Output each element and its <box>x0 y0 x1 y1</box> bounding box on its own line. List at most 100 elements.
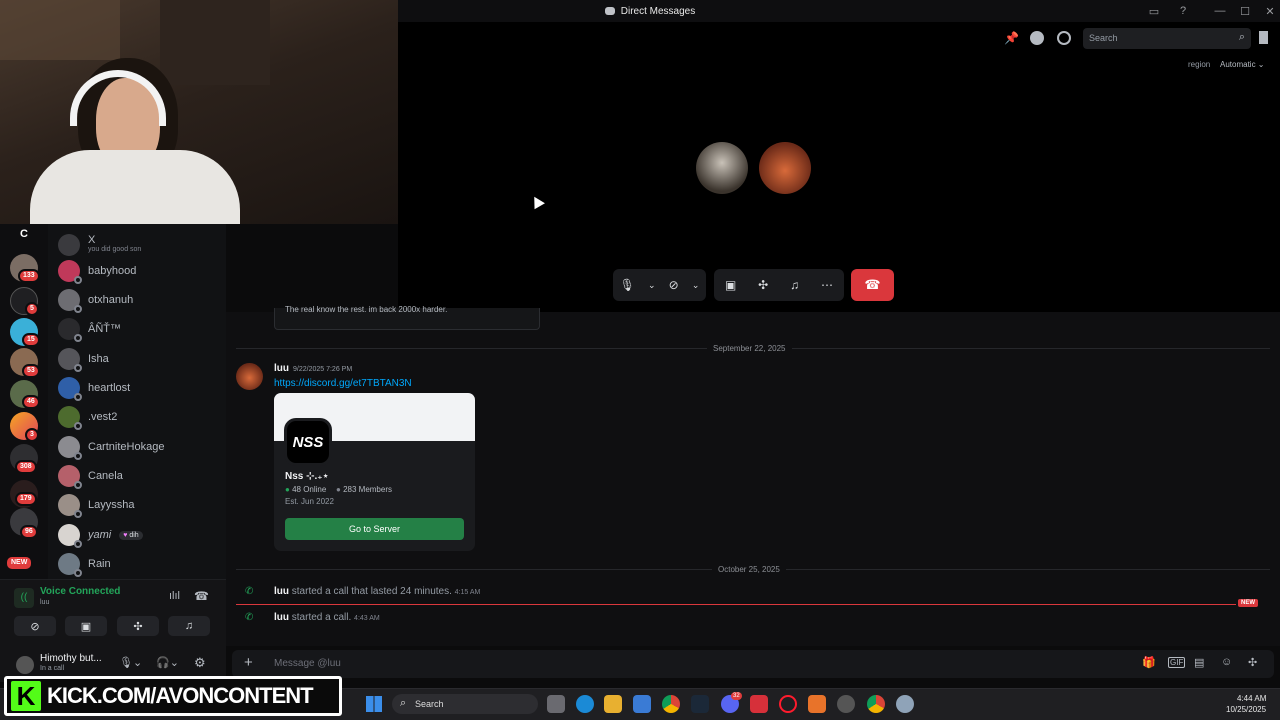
established-date: Est. Jun 2022 <box>285 497 334 506</box>
microphone-icon[interactable]: 🎙 <box>620 278 635 292</box>
more-icon[interactable]: ⋯ <box>821 278 833 292</box>
dm-status-text: you did good son <box>88 246 142 253</box>
dm-item[interactable]: yami ♥ dih <box>58 522 223 548</box>
inbox-icon[interactable]: ▭ <box>1142 0 1166 22</box>
dm-item[interactable]: Isha <box>58 346 223 372</box>
avatar[interactable] <box>16 656 34 674</box>
dm-item[interactable]: X you did good son <box>58 232 223 258</box>
search-box[interactable]: Search ⌕ <box>1083 28 1251 49</box>
disconnect-icon[interactable]: ☎ <box>194 589 209 603</box>
clock-time[interactable]: 4:44 AM <box>1237 694 1266 703</box>
dm-item[interactable]: CartniteHokage <box>58 434 223 460</box>
dm-name: Canela <box>88 470 123 482</box>
emoji-icon[interactable]: ☺ <box>1221 656 1232 668</box>
dm-item[interactable]: Layyssha <box>58 492 223 518</box>
call-time: 4:15 AM <box>454 589 481 596</box>
dm-item[interactable]: heartlost <box>58 375 223 401</box>
voice-channel[interactable]: luu <box>40 599 49 606</box>
chrome-icon[interactable] <box>867 695 885 713</box>
wall-poster <box>0 0 120 60</box>
screen-share-button[interactable]: ▣ <box>65 616 107 636</box>
window-title: Direct Messages <box>560 0 740 22</box>
file-explorer-icon[interactable] <box>604 695 622 713</box>
add-attachment-icon[interactable]: + <box>244 654 253 671</box>
taskbar-search[interactable]: ⌕ Search <box>392 694 538 714</box>
app-icon[interactable] <box>837 695 855 713</box>
close-button[interactable]: ✕ <box>1258 0 1280 22</box>
dm-item[interactable]: .vest2 <box>58 404 223 430</box>
dm-item[interactable]: otxhanuh <box>58 287 223 313</box>
chevron-down-icon[interactable]: ⌄ <box>692 280 700 291</box>
dm-item[interactable]: Rain <box>58 551 223 577</box>
message-composer[interactable]: + Message @luu 🎁 GIF ▤ ☺ ✣ <box>232 650 1274 678</box>
unread-badge: 3 <box>25 428 39 442</box>
gift-icon[interactable]: 🎁 <box>1142 656 1156 669</box>
avatar <box>58 553 82 577</box>
headphones-icon[interactable]: 🎧⌄ <box>156 656 179 669</box>
pin-icon[interactable]: 📌 <box>1004 31 1019 45</box>
user-name[interactable]: Himothy but... <box>40 653 102 664</box>
soundboard-icon[interactable]: ♫ <box>790 278 799 292</box>
call-author[interactable]: luu <box>274 586 289 597</box>
bookmark-icon[interactable] <box>1259 31 1268 44</box>
opera-icon[interactable] <box>779 695 797 713</box>
participant-avatar-1[interactable] <box>696 142 748 194</box>
hangup-button[interactable]: ☎ <box>851 269 894 301</box>
message-author[interactable]: luu <box>274 363 289 374</box>
kick-logo: K <box>11 681 41 711</box>
dm-item[interactable]: babyhood <box>58 258 223 284</box>
taskbar-notification-badge: 32 <box>731 692 742 700</box>
call-author[interactable]: luu <box>274 612 289 623</box>
go-to-server-button[interactable]: Go to Server <box>285 518 464 540</box>
dm-name: CartniteHokage <box>88 441 165 453</box>
steam-icon[interactable] <box>691 695 709 713</box>
avatar <box>58 260 82 284</box>
chevron-down-icon[interactable]: ⌄ <box>648 280 656 291</box>
noise-icon[interactable]: ılıl <box>169 590 180 602</box>
settings-icon[interactable] <box>896 695 914 713</box>
dm-name: heartlost <box>88 382 131 394</box>
add-friend-icon[interactable] <box>1030 31 1044 45</box>
online-count-text: 48 Online <box>292 485 327 494</box>
participant-avatar-2[interactable] <box>759 142 811 194</box>
activities-button[interactable]: ✣ <box>117 616 159 636</box>
dm-name: Isha <box>88 353 109 365</box>
region-select[interactable]: Automatic ⌄ <box>1220 60 1265 69</box>
clock-date[interactable]: 10/25/2025 <box>1226 705 1266 714</box>
member-count: ● 283 Members <box>336 485 392 494</box>
sticker-icon[interactable]: ▤ <box>1194 656 1204 669</box>
chrome-icon[interactable] <box>662 695 680 713</box>
app-icon[interactable] <box>808 695 826 713</box>
microphone-icon[interactable]: 🎙⌄ <box>119 656 142 669</box>
maximize-button[interactable]: ☐ <box>1233 0 1257 22</box>
apps-icon[interactable]: ✣ <box>1248 656 1257 669</box>
activities-icon[interactable]: ✣ <box>758 278 768 292</box>
call-icon: ✆ <box>245 586 254 597</box>
unread-badge: 133 <box>18 269 40 283</box>
shirt <box>30 150 240 224</box>
avatar <box>58 494 82 518</box>
member-dot-icon: ● <box>336 485 341 494</box>
edge-icon[interactable] <box>576 695 594 713</box>
soundboard-button[interactable]: ♫ <box>168 616 210 636</box>
avatar[interactable] <box>236 363 263 390</box>
store-icon[interactable] <box>633 695 651 713</box>
unread-badge: 308 <box>15 460 37 474</box>
screen-share-icon[interactable]: ▣ <box>725 278 736 292</box>
dm-item[interactable]: ÂÑŤ™ <box>58 316 223 342</box>
task-view-icon[interactable] <box>547 695 565 713</box>
dm-item[interactable]: Canela <box>58 463 223 489</box>
camera-button[interactable]: ⊘ <box>14 616 56 636</box>
message-link[interactable]: https://discord.gg/et7TBTAN3N <box>274 378 412 389</box>
camera-off-icon[interactable]: ⊘ <box>669 278 679 292</box>
gif-icon[interactable]: GIF <box>1168 657 1186 668</box>
dm-name: otxhanuh <box>88 294 134 306</box>
profile-icon[interactable] <box>1057 31 1071 45</box>
avatar <box>58 465 82 489</box>
minimize-button[interactable]: — <box>1208 0 1232 22</box>
help-icon[interactable]: ? <box>1171 0 1195 22</box>
app-icon[interactable] <box>750 695 768 713</box>
gear-icon[interactable]: ⚙ <box>194 655 206 671</box>
windows-start-icon[interactable] <box>366 696 382 712</box>
dm-name: ÂÑŤ™ <box>88 323 121 335</box>
